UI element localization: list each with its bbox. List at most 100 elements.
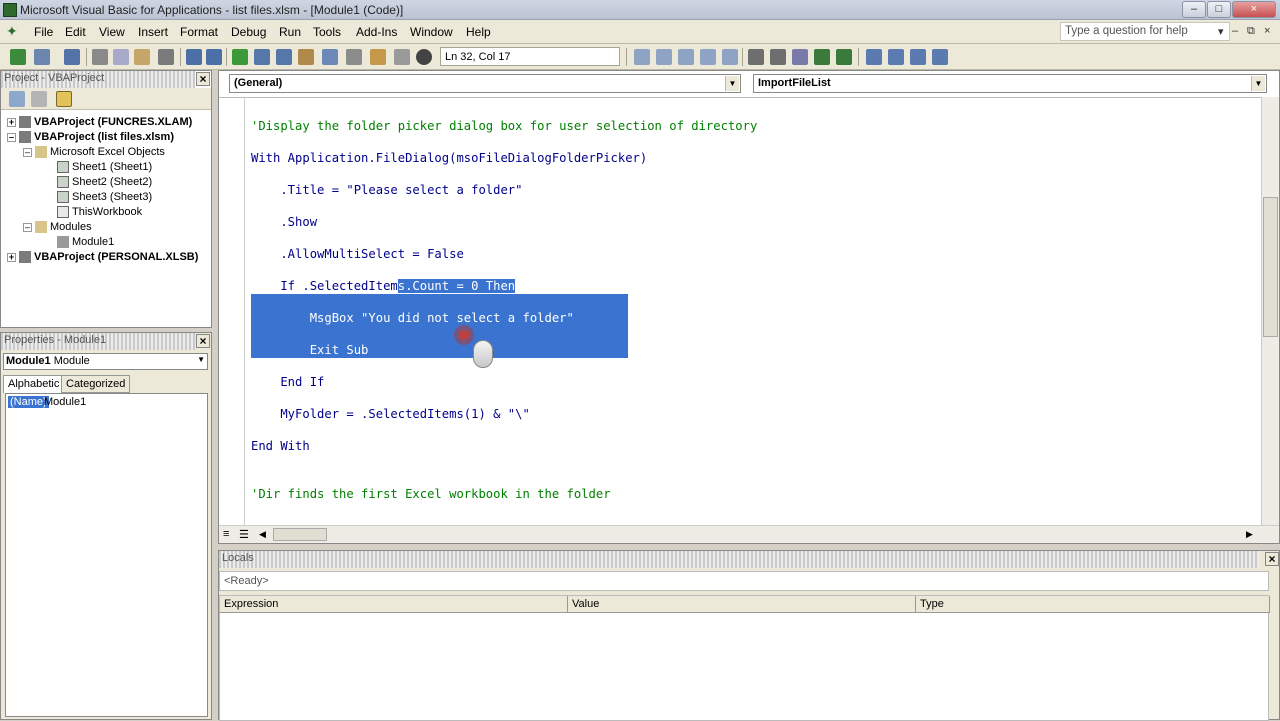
menu-insert[interactable]: Insert: [138, 25, 168, 39]
help-dropdown-icon[interactable]: ▾: [1218, 25, 1224, 38]
indent-icon[interactable]: [748, 49, 764, 65]
procedure-view-icon[interactable]: ≡: [223, 528, 229, 540]
menu-edit[interactable]: Edit: [65, 25, 86, 39]
scroll-left-icon[interactable]: ◀: [259, 529, 266, 540]
code-line[interactable]: Exit Sub: [251, 342, 369, 358]
tree-node-module1[interactable]: Module1: [57, 236, 114, 249]
full-module-view-icon[interactable]: ☰: [239, 528, 249, 541]
maximize-button[interactable]: □: [1207, 1, 1231, 18]
tree-node-modules[interactable]: – Modules: [23, 221, 92, 234]
toggle-bookmark-icon[interactable]: [866, 49, 882, 65]
object-browser-icon[interactable]: [370, 49, 386, 65]
minimize-button[interactable]: –: [1182, 1, 1206, 18]
comment-block-icon[interactable]: [814, 49, 830, 65]
help-search-input[interactable]: Type a question for help: [1060, 22, 1230, 41]
code-line[interactable]: MyFolder = .SelectedItems(1) & "\": [251, 406, 529, 422]
properties-object-select[interactable]: Module1 Module ▼: [3, 353, 208, 370]
menu-add-ins[interactable]: Add-Ins: [356, 25, 397, 39]
vertical-scrollbar[interactable]: [1261, 97, 1279, 527]
object-combo[interactable]: (General) ▼: [229, 74, 741, 93]
code-editor[interactable]: 'Display the folder picker dialog box fo…: [219, 97, 1261, 528]
tree-node-sheet3[interactable]: Sheet3 (Sheet3): [57, 191, 152, 204]
column-header-expression[interactable]: Expression: [220, 596, 568, 613]
menu-run[interactable]: Run: [279, 25, 301, 39]
view-code-icon[interactable]: [9, 91, 25, 107]
next-bookmark-icon[interactable]: [888, 49, 904, 65]
menu-window[interactable]: Window: [410, 25, 453, 39]
break-icon[interactable]: [254, 49, 270, 65]
scroll-right-icon[interactable]: ▶: [1246, 529, 1253, 540]
scrollbar-thumb[interactable]: [1263, 197, 1278, 337]
properties-window-icon[interactable]: [346, 49, 362, 65]
menu-help[interactable]: Help: [466, 25, 491, 39]
margin-indicator-bar[interactable]: [219, 98, 245, 528]
redo-icon[interactable]: [206, 49, 222, 65]
undo-icon[interactable]: [186, 49, 202, 65]
close-locals-button[interactable]: ×: [1265, 552, 1279, 566]
uncomment-block-icon[interactable]: [836, 49, 852, 65]
code-line[interactable]: With Application.FileDialog(msoFileDialo…: [251, 150, 647, 166]
previous-bookmark-icon[interactable]: [910, 49, 926, 65]
tree-node-personal[interactable]: + VBAProject (PERSONAL.XLSB): [7, 251, 198, 264]
mdi-close-button[interactable]: ×: [1264, 25, 1270, 37]
quick-info-icon[interactable]: [678, 49, 694, 65]
code-line[interactable]: MsgBox "You did not select a folder": [251, 310, 574, 326]
menu-file[interactable]: File: [34, 25, 53, 39]
tab-alphabetic[interactable]: Alphabetic: [3, 375, 65, 393]
project-explorer-icon[interactable]: [322, 49, 338, 65]
run-icon[interactable]: [232, 49, 248, 65]
code-line[interactable]: 'Dir finds the first Excel workbook in t…: [251, 486, 611, 502]
find-icon[interactable]: [158, 49, 174, 65]
code-line[interactable]: If .SelectedItems.Count = 0 Then: [251, 278, 516, 294]
column-header-type[interactable]: Type: [916, 596, 1270, 613]
menu-debug[interactable]: Debug: [231, 25, 266, 39]
scrollbar-thumb[interactable]: [273, 528, 327, 541]
code-line[interactable]: .AllowMultiSelect = False: [251, 246, 463, 262]
list-constants-icon[interactable]: [656, 49, 672, 65]
code-line[interactable]: End If: [251, 374, 324, 390]
reset-icon[interactable]: [276, 49, 292, 65]
close-project-explorer-button[interactable]: ×: [196, 72, 210, 86]
complete-word-icon[interactable]: [722, 49, 738, 65]
horizontal-scrollbar[interactable]: ≡ ☰ ◀ ▶: [219, 525, 1279, 543]
tab-categorized[interactable]: Categorized: [61, 375, 131, 393]
help-icon[interactable]: [416, 49, 432, 65]
excel-icon[interactable]: ✦: [6, 23, 18, 40]
save-icon[interactable]: [64, 49, 80, 65]
code-selection[interactable]: s.Count = 0 Then: [397, 279, 516, 293]
outdent-icon[interactable]: [770, 49, 786, 65]
code-line[interactable]: .Title = "Please select a folder": [251, 182, 522, 198]
code-line[interactable]: End With: [251, 438, 310, 454]
view-excel-icon[interactable]: [10, 49, 26, 65]
design-mode-icon[interactable]: [298, 49, 314, 65]
menu-tools[interactable]: Tools: [313, 25, 341, 39]
code-line[interactable]: 'Display the folder picker dialog box fo…: [251, 118, 757, 134]
toggle-breakpoint-icon[interactable]: [792, 49, 808, 65]
property-name[interactable]: (Name): [8, 396, 49, 408]
menu-format[interactable]: Format: [180, 25, 218, 39]
list-properties-icon[interactable]: [634, 49, 650, 65]
tree-node-sheet1[interactable]: Sheet1 (Sheet1): [57, 161, 152, 174]
copy-icon[interactable]: [113, 49, 129, 65]
tree-node-sheet2[interactable]: Sheet2 (Sheet2): [57, 176, 152, 189]
insert-userform-icon[interactable]: [34, 49, 50, 65]
parameter-info-icon[interactable]: [700, 49, 716, 65]
close-window-button[interactable]: ×: [1232, 1, 1276, 18]
column-header-value[interactable]: Value: [568, 596, 916, 613]
tree-node-thisworkbook[interactable]: ThisWorkbook: [57, 206, 142, 219]
cut-icon[interactable]: [92, 49, 108, 65]
menu-view[interactable]: View: [99, 25, 125, 39]
clear-bookmarks-icon[interactable]: [932, 49, 948, 65]
toolbox-icon[interactable]: [394, 49, 410, 65]
mdi-minimize-button[interactable]: –: [1232, 25, 1238, 37]
tree-node-list-files[interactable]: – VBAProject (list files.xlsm): [7, 131, 174, 144]
toggle-folders-icon[interactable]: [56, 91, 72, 107]
code-line[interactable]: .Show: [251, 214, 317, 230]
paste-icon[interactable]: [134, 49, 150, 65]
property-value[interactable]: Module1: [44, 396, 86, 408]
procedure-combo[interactable]: ImportFileList ▼: [753, 74, 1267, 93]
mdi-restore-button[interactable]: ⧉: [1247, 25, 1255, 38]
view-object-icon[interactable]: [31, 91, 47, 107]
close-properties-button[interactable]: ×: [196, 334, 210, 348]
tree-node-excel-objects[interactable]: – Microsoft Excel Objects: [23, 146, 165, 159]
